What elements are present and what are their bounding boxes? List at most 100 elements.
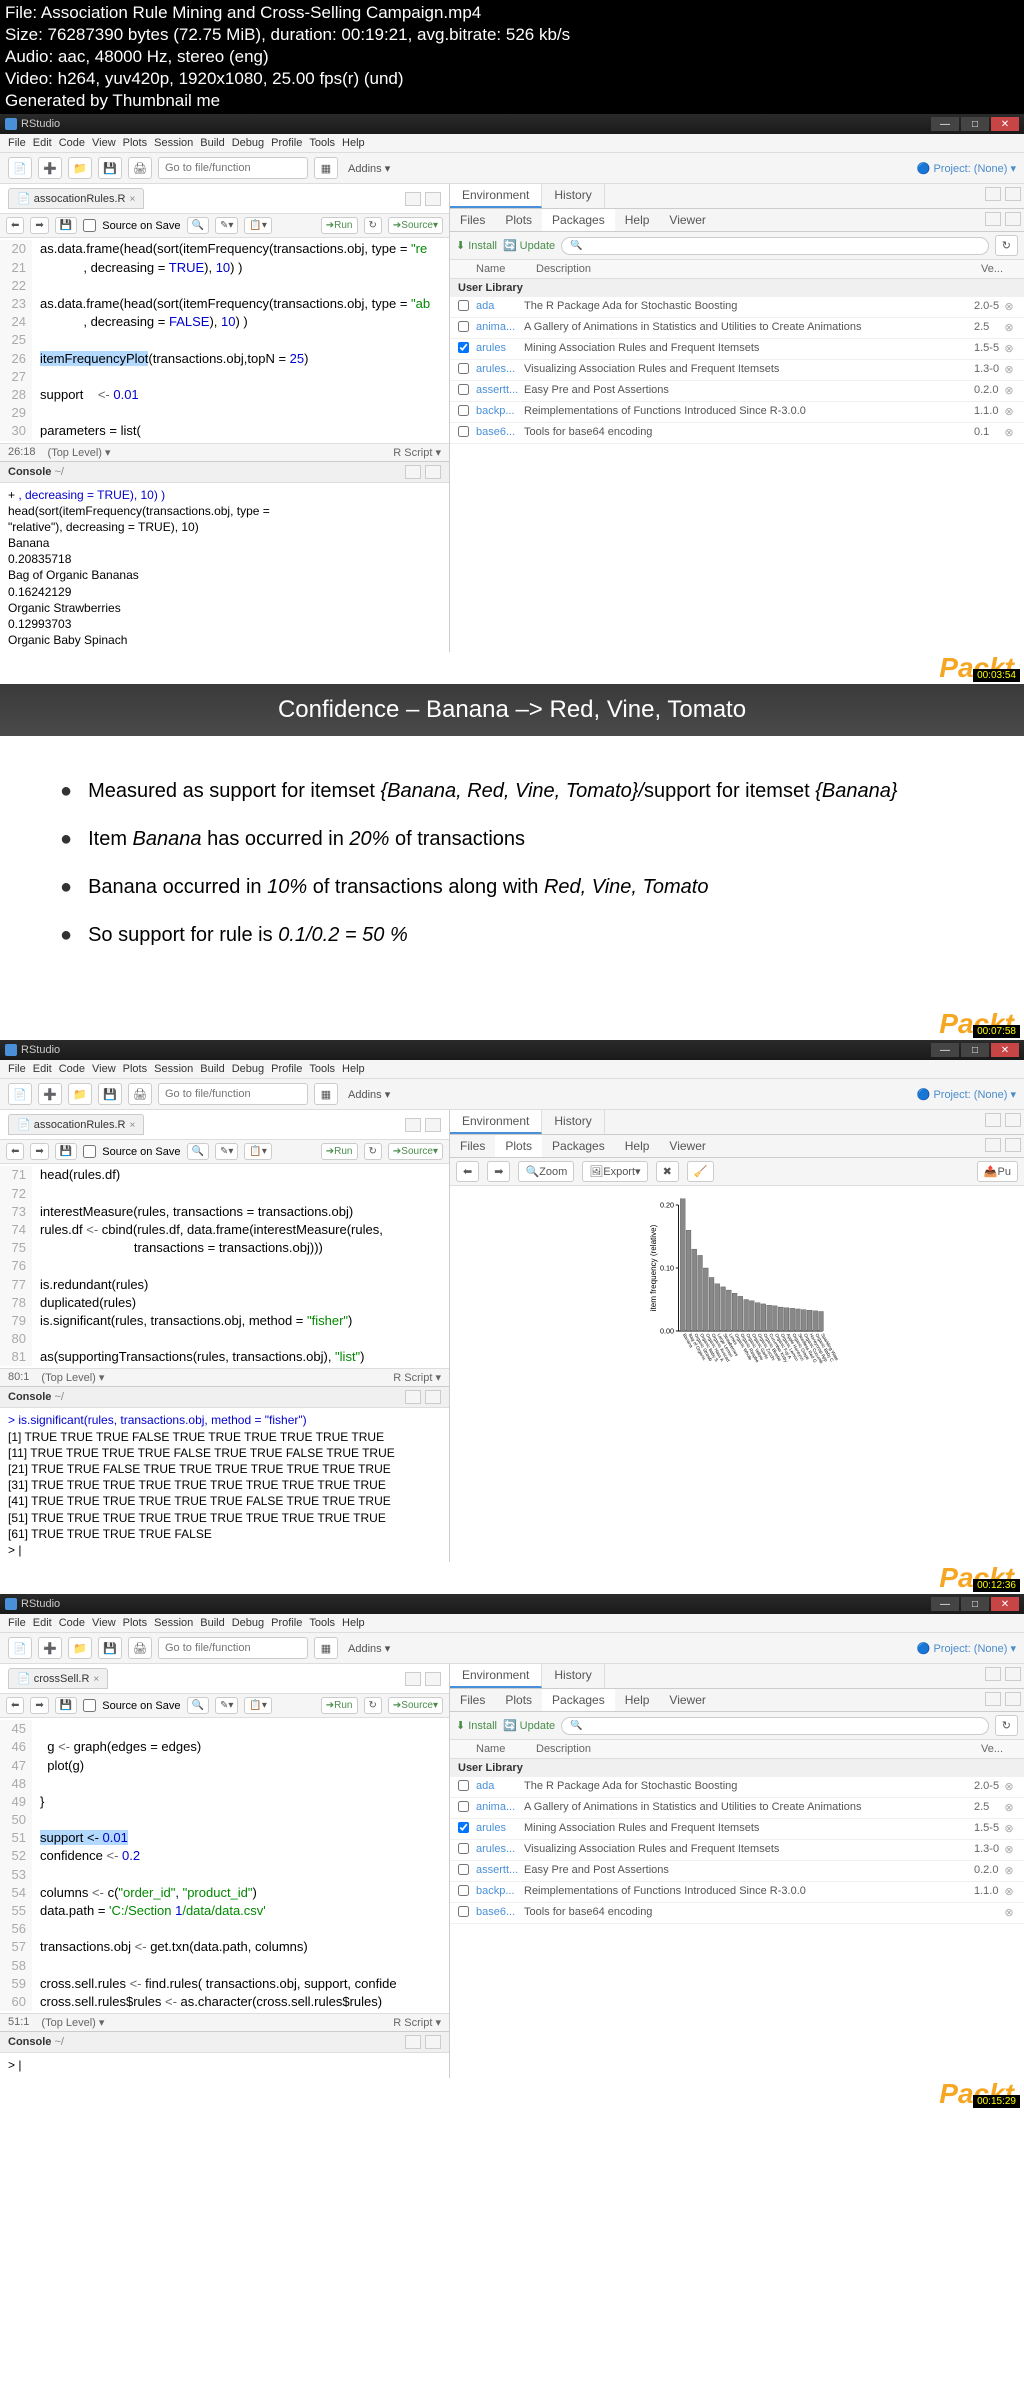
package-name[interactable]: ada [476, 300, 524, 312]
update-button[interactable]: 🔄 Update [503, 239, 555, 252]
tab-environment[interactable]: Environment [450, 1110, 542, 1134]
minimize-button[interactable]: — [931, 1597, 959, 1611]
menu-plots[interactable]: Plots [123, 137, 147, 149]
menu-plots[interactable]: Plots [123, 1617, 147, 1629]
menu-tools[interactable]: Tools [309, 1617, 335, 1629]
source-button[interactable]: ➔ Source ▾ [388, 1697, 443, 1714]
new-project-button[interactable]: ➕ [38, 1637, 62, 1659]
maximize-pane-icon[interactable] [425, 192, 441, 206]
minimize-pane-icon[interactable] [985, 1692, 1001, 1706]
save-button[interactable]: 💾 [98, 1637, 122, 1659]
remove-plot-button[interactable]: ✖ [656, 1161, 679, 1182]
menu-view[interactable]: View [92, 137, 116, 149]
refresh-button[interactable]: ↻ [995, 235, 1018, 256]
prev-plot-button[interactable]: ⬅ [456, 1161, 479, 1182]
goto-file-input[interactable] [158, 1083, 308, 1105]
code-line[interactable]: 81as(supportingTransactions(rules, trans… [0, 1348, 449, 1366]
run-button[interactable]: ➔ Run [321, 217, 358, 234]
code-line[interactable]: 26itemFrequencyPlot(transactions.obj,top… [0, 350, 449, 368]
package-checkbox[interactable] [458, 1843, 469, 1854]
package-name[interactable]: arules [476, 1822, 524, 1834]
code-line[interactable]: 30parameters = list( [0, 422, 449, 440]
save-source-button[interactable]: 💾 [55, 1697, 77, 1714]
menu-session[interactable]: Session [154, 1063, 193, 1075]
package-checkbox[interactable] [458, 1864, 469, 1875]
code-editor[interactable]: 20as.data.frame(head(sort(itemFrequency(… [0, 238, 449, 442]
code-line[interactable]: 27 [0, 368, 449, 386]
maximize-pane-icon[interactable] [425, 1672, 441, 1686]
tab-environment[interactable]: Environment [450, 184, 542, 208]
package-remove-icon[interactable]: ⊗ [1002, 1780, 1016, 1793]
install-button[interactable]: ⬇ Install [456, 239, 497, 252]
find-button[interactable]: 🔍 [187, 217, 209, 234]
code-line[interactable]: 56 [0, 1920, 449, 1938]
code-line[interactable]: 54columns <- c("order_id", "product_id") [0, 1884, 449, 1902]
code-line[interactable]: 79is.significant(rules, transactions.obj… [0, 1312, 449, 1330]
addins-dropdown[interactable]: Addins ▾ [344, 160, 394, 177]
code-line[interactable]: 76 [0, 1257, 449, 1275]
minimize-button[interactable]: — [931, 1043, 959, 1057]
print-button[interactable]: 🖨 [128, 1637, 152, 1659]
zoom-button[interactable]: 🔍 Zoom [518, 1161, 574, 1182]
minimize-pane-icon[interactable] [405, 1672, 421, 1686]
menu-help[interactable]: Help [342, 1063, 365, 1075]
scope-level[interactable]: (Top Level) ▾ [48, 446, 111, 459]
tab-viewer[interactable]: Viewer [659, 1135, 715, 1157]
console[interactable]: > | [0, 2053, 449, 2078]
report-button[interactable]: 📋▾ [244, 217, 271, 234]
menu-plots[interactable]: Plots [123, 1063, 147, 1075]
language-mode[interactable]: R Script ▾ [393, 446, 441, 459]
package-checkbox[interactable] [458, 1780, 469, 1791]
source-on-save-checkbox[interactable] [83, 219, 96, 232]
tab-plots[interactable]: Plots [495, 209, 542, 231]
tab-packages[interactable]: Packages [542, 1135, 615, 1157]
menu-profile[interactable]: Profile [271, 1617, 302, 1629]
grid-button[interactable]: ▦ [314, 1083, 338, 1105]
wand-button[interactable]: ✎▾ [215, 1697, 238, 1714]
package-remove-icon[interactable]: ⊗ [1002, 1801, 1016, 1814]
file-tab-close[interactable]: × [129, 1120, 135, 1131]
maximize-button[interactable]: □ [961, 117, 989, 131]
rerun-button[interactable]: ↻ [364, 1143, 382, 1160]
project-selector[interactable]: 🔵 Project: (None) ▾ [917, 1088, 1016, 1101]
package-checkbox[interactable] [458, 405, 469, 416]
file-tab[interactable]: 📄 assocationRules.R× [8, 1114, 144, 1135]
tab-history[interactable]: History [542, 184, 604, 208]
package-name[interactable]: ada [476, 1780, 524, 1792]
wand-button[interactable]: ✎▾ [215, 217, 238, 234]
package-name[interactable]: arules... [476, 363, 524, 375]
new-project-button[interactable]: ➕ [38, 157, 62, 179]
save-button[interactable]: 💾 [98, 1083, 122, 1105]
tab-files[interactable]: Files [450, 1135, 495, 1157]
code-line[interactable]: 74rules.df <- cbind(rules.df, data.frame… [0, 1221, 449, 1239]
col-name[interactable]: Name [476, 263, 536, 275]
maximize-pane-icon[interactable] [1005, 1113, 1021, 1127]
menu-edit[interactable]: Edit [33, 1063, 52, 1075]
maximize-pane-icon[interactable] [1005, 187, 1021, 201]
menu-session[interactable]: Session [154, 137, 193, 149]
minimize-pane-icon[interactable] [985, 1667, 1001, 1681]
package-name[interactable]: backp... [476, 405, 524, 417]
maximize-pane-icon[interactable] [425, 465, 441, 479]
source-on-save-checkbox[interactable] [83, 1145, 96, 1158]
file-tab[interactable]: 📄 crossSell.R× [8, 1668, 108, 1689]
minimize-pane-icon[interactable] [405, 1390, 421, 1404]
package-name[interactable]: anima... [476, 321, 524, 333]
install-button[interactable]: ⬇ Install [456, 1719, 497, 1732]
new-project-button[interactable]: ➕ [38, 1083, 62, 1105]
menu-help[interactable]: Help [342, 137, 365, 149]
back-button[interactable]: ⬅ [6, 1697, 24, 1714]
scope-level[interactable]: (Top Level) ▾ [41, 2016, 104, 2029]
find-button[interactable]: 🔍 [187, 1143, 209, 1160]
tab-packages[interactable]: Packages [542, 209, 615, 231]
code-editor[interactable]: 4546 g <- graph(edges = edges)47 plot(g)… [0, 1718, 449, 2013]
package-remove-icon[interactable]: ⊗ [1002, 426, 1016, 439]
menu-profile[interactable]: Profile [271, 1063, 302, 1075]
source-on-save-checkbox[interactable] [83, 1699, 96, 1712]
code-line[interactable]: 49} [0, 1793, 449, 1811]
tab-help[interactable]: Help [615, 1689, 660, 1711]
package-remove-icon[interactable]: ⊗ [1002, 1906, 1016, 1919]
package-name[interactable]: arules... [476, 1843, 524, 1855]
menu-debug[interactable]: Debug [232, 137, 264, 149]
package-name[interactable]: arules [476, 342, 524, 354]
